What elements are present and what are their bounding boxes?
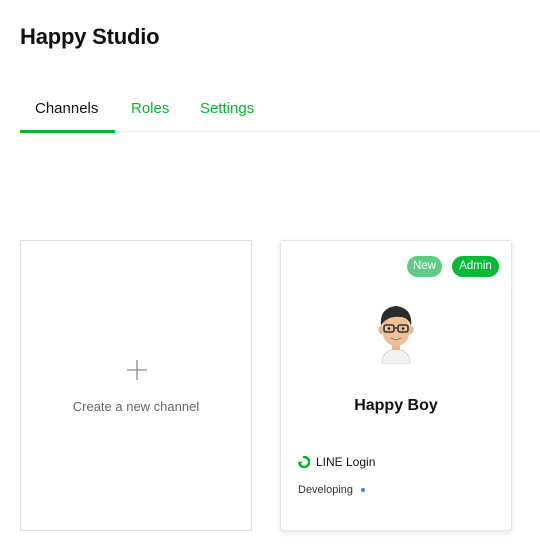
line-login-icon <box>298 456 310 468</box>
tab-settings[interactable]: Settings <box>200 95 254 132</box>
channel-type-label: LINE Login <box>316 455 376 469</box>
plus-icon <box>127 360 147 380</box>
channel-status: Developing <box>298 484 366 496</box>
active-tab-indicator <box>20 130 115 133</box>
create-channel-card[interactable]: Create a new channel <box>20 240 252 531</box>
tab-roles[interactable]: Roles <box>131 95 169 132</box>
page-title: Happy Studio <box>20 24 160 49</box>
admin-badge: Admin <box>452 256 499 277</box>
new-badge: New <box>407 256 442 277</box>
page: Happy Studio Channels Roles Settings Cre… <box>0 0 540 552</box>
create-channel-label: Create a new channel <box>72 399 200 414</box>
channel-card[interactable]: New Admin Happy Boy LINE Login Developin… <box>280 240 512 531</box>
status-dot <box>361 488 366 492</box>
tab-bar: Channels Roles Settings <box>20 95 540 133</box>
avatar-icon <box>378 306 414 364</box>
channel-type: LINE Login <box>298 454 375 470</box>
channel-name: Happy Boy <box>354 397 438 414</box>
status-label: Developing <box>298 484 354 496</box>
tab-channels[interactable]: Channels <box>35 95 98 132</box>
